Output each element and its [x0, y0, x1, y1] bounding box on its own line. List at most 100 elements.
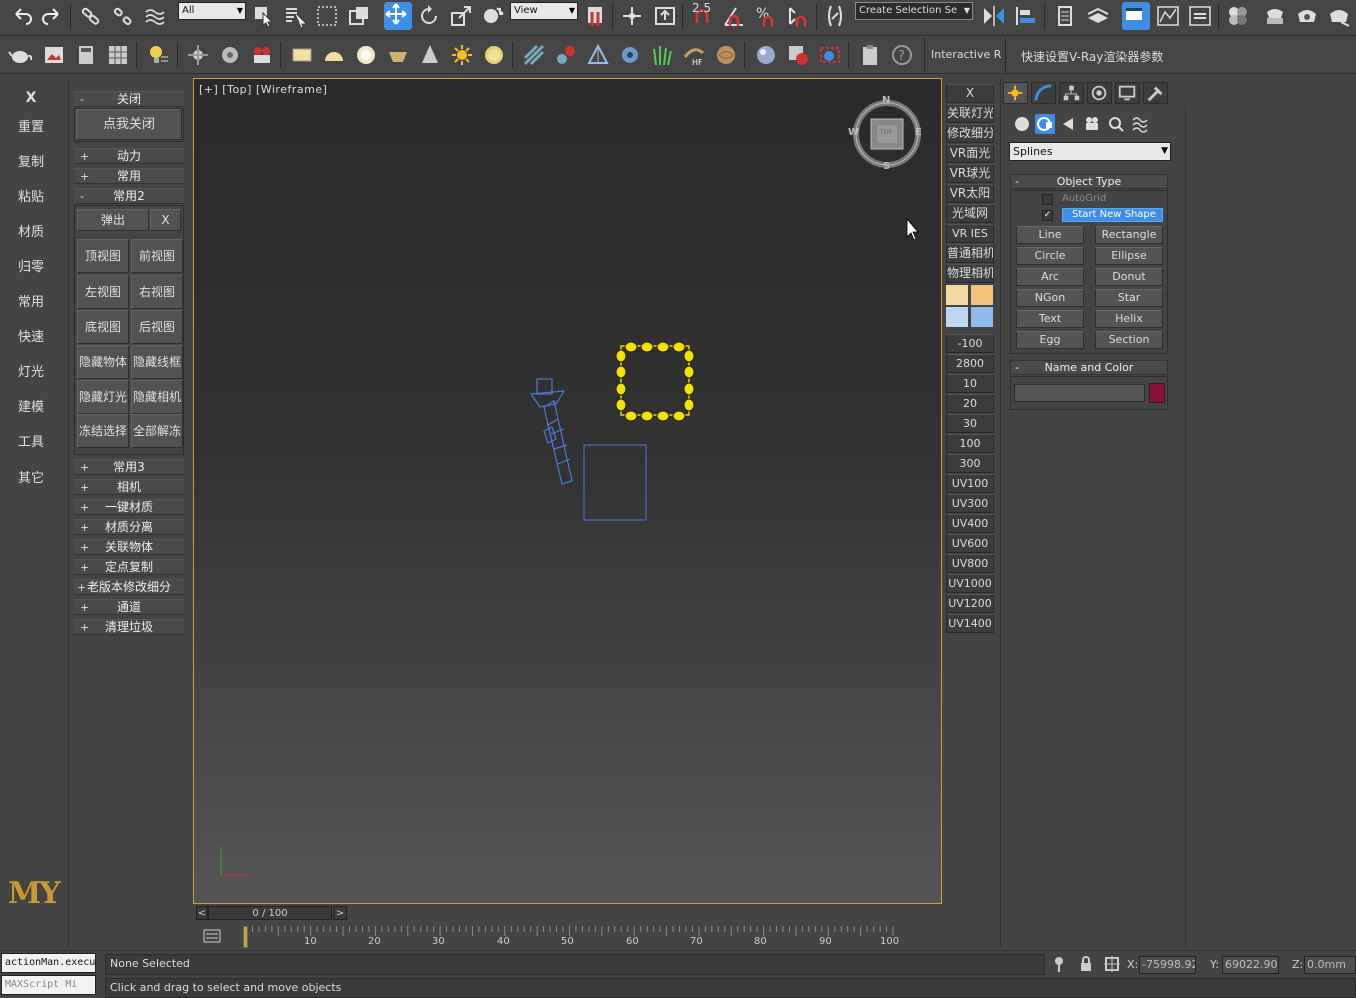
- quick-uv-value[interactable]: UV1400: [946, 614, 994, 633]
- rotate-icon[interactable]: [417, 4, 441, 28]
- interactive-label[interactable]: Interactive Rc: [931, 48, 1001, 61]
- material-sphere-icon[interactable]: [754, 43, 778, 67]
- rollout-camera[interactable]: + 相机: [74, 479, 184, 495]
- swatch-blue[interactable]: [971, 307, 993, 327]
- rect-selection-icon[interactable]: [315, 4, 339, 28]
- cone-icon[interactable]: [418, 43, 442, 67]
- view-top-button[interactable]: 顶视图: [77, 239, 129, 273]
- category-dropdown[interactable]: Splines ▼: [1009, 142, 1171, 161]
- select-object-icon[interactable]: [252, 4, 276, 28]
- redo-icon[interactable]: [40, 4, 64, 28]
- time-cursor[interactable]: [243, 926, 248, 948]
- shape-arc-button[interactable]: Arc: [1016, 268, 1084, 286]
- menu-tools[interactable]: 工具: [0, 428, 62, 458]
- rollout-old-subdivision[interactable]: + 老版本修改细分: [74, 579, 184, 595]
- shape-donut-button[interactable]: Donut: [1095, 268, 1163, 286]
- shape-star-button[interactable]: Star: [1095, 289, 1163, 307]
- menu-modeling[interactable]: 建模: [0, 393, 62, 423]
- material-browser-icon[interactable]: [786, 43, 810, 67]
- view-front-button[interactable]: 前视图: [131, 239, 183, 273]
- x-coordinate-field[interactable]: -75998.92: [1139, 956, 1196, 974]
- gear-blue-icon[interactable]: [618, 43, 642, 67]
- menu-lights[interactable]: 灯光: [0, 358, 62, 388]
- quick-uv-value[interactable]: UV400: [946, 514, 994, 533]
- quick-uv-value[interactable]: UV600: [946, 534, 994, 553]
- layer-manager-icon[interactable]: [1053, 4, 1077, 28]
- rollout-linked-objects[interactable]: + 关联物体: [74, 539, 184, 555]
- tab-create[interactable]: [1003, 82, 1028, 104]
- start-new-shape-button[interactable]: Start New Shape: [1062, 208, 1163, 222]
- bowl-icon[interactable]: [386, 43, 410, 67]
- menu-copy[interactable]: 复制: [0, 148, 62, 178]
- settings-tool-icon[interactable]: [186, 43, 210, 67]
- swatch-warm-light[interactable]: [946, 285, 968, 305]
- selected-spline-rectangle[interactable]: [615, 341, 695, 422]
- quick-uv-value[interactable]: UV100: [946, 474, 994, 493]
- molecule-icon[interactable]: [554, 43, 578, 67]
- quick-vr-sphere-light[interactable]: VR球光: [946, 164, 994, 183]
- popup-button[interactable]: 弹出: [77, 209, 149, 231]
- rollout-changyong[interactable]: + 常用: [74, 168, 184, 184]
- hide-lights-button[interactable]: 隐藏灯光: [77, 380, 129, 414]
- start-new-shape-checkbox[interactable]: ✓: [1042, 210, 1053, 221]
- tab-hierarchy[interactable]: [1059, 82, 1084, 104]
- shape-text-button[interactable]: Text: [1016, 310, 1084, 328]
- quick-value[interactable]: 10: [946, 374, 994, 393]
- click-close-button[interactable]: 点我关闭: [76, 109, 182, 140]
- quick-bar-close[interactable]: X: [946, 84, 994, 103]
- mini-curve-editor-icon[interactable]: [201, 926, 223, 946]
- toggle-ribbon-icon[interactable]: [1122, 2, 1150, 30]
- menu-zero[interactable]: 归零: [0, 253, 62, 283]
- hemisphere-icon[interactable]: [322, 43, 346, 67]
- quick-value[interactable]: 100: [946, 434, 994, 453]
- disk-light-icon[interactable]: [482, 43, 506, 67]
- reference-coordinate-dropdown[interactable]: View ▼: [510, 2, 578, 20]
- quick-value[interactable]: 30: [946, 414, 994, 433]
- quick-vr-ies[interactable]: VR IES: [946, 224, 994, 243]
- menu-common[interactable]: 常用: [0, 288, 62, 318]
- geometry-icon[interactable]: [1012, 114, 1032, 134]
- shape-circle-button[interactable]: Circle: [1016, 247, 1084, 265]
- quick-value[interactable]: 300: [946, 454, 994, 473]
- grid-panel-icon[interactable]: [106, 43, 130, 67]
- schematic-view-icon[interactable]: [1188, 4, 1212, 28]
- named-selection-dropdown[interactable]: Create Selection Se ▼: [855, 2, 973, 20]
- pivot-center-icon[interactable]: [584, 4, 608, 28]
- helpers-icon[interactable]: [1106, 114, 1126, 134]
- keyboard-shortcut-icon[interactable]: [653, 4, 677, 28]
- tent-icon[interactable]: [586, 43, 610, 67]
- view-right-button[interactable]: 右视图: [131, 275, 183, 309]
- hide-objects-button[interactable]: 隐藏物体: [77, 345, 129, 379]
- quick-uv-value[interactable]: UV1200: [946, 594, 994, 613]
- percent-snap-icon[interactable]: %: [754, 4, 778, 28]
- sphere-icon[interactable]: [354, 43, 378, 67]
- curve-editor-icon[interactable]: [1156, 4, 1180, 28]
- maxscript-mini-listener[interactable]: MAXScript Mi: [1, 975, 96, 995]
- quick-linked-lights[interactable]: 关联灯光: [946, 104, 994, 123]
- shape-rectangle-button[interactable]: Rectangle: [1095, 226, 1163, 244]
- tab-utilities[interactable]: [1143, 82, 1168, 104]
- shape-line-button[interactable]: Line: [1016, 226, 1084, 244]
- select-by-name-icon[interactable]: [283, 4, 307, 28]
- isolate-selection-icon[interactable]: [1050, 955, 1068, 973]
- undo-icon[interactable]: [10, 4, 34, 28]
- bind-spacewarp-icon[interactable]: [143, 4, 167, 28]
- spacewarps-icon[interactable]: [1130, 114, 1150, 134]
- mirror-icon[interactable]: [982, 4, 1006, 28]
- unfreeze-all-button[interactable]: 全部解冻: [131, 414, 183, 448]
- lights-icon[interactable]: [1059, 114, 1079, 134]
- view-back-button[interactable]: 后视图: [131, 310, 183, 344]
- quick-value[interactable]: 20: [946, 394, 994, 413]
- shape-section-button[interactable]: Section: [1095, 331, 1163, 349]
- quick-uv-value[interactable]: UV1000: [946, 574, 994, 593]
- sun-icon[interactable]: [450, 43, 474, 67]
- y-coordinate-field[interactable]: 69022.906: [1222, 956, 1279, 974]
- rollout-channel[interactable]: + 通道: [74, 599, 184, 615]
- tab-motion[interactable]: [1087, 82, 1112, 104]
- prev-frame-button[interactable]: <: [196, 906, 208, 920]
- menu-quick[interactable]: 快速: [0, 323, 62, 353]
- menu-paste[interactable]: 粘贴: [0, 183, 62, 213]
- tab-modify[interactable]: [1031, 82, 1056, 104]
- quick-uv-value[interactable]: UV300: [946, 494, 994, 513]
- fur-ball-icon[interactable]: [714, 43, 738, 67]
